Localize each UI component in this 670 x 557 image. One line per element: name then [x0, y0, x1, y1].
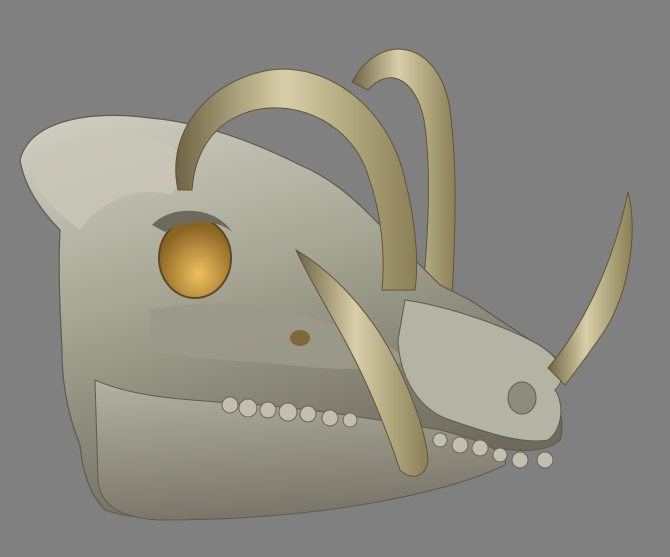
- eye-socket: [158, 217, 232, 299]
- nostril: [507, 381, 537, 415]
- nasal-opening: [290, 330, 310, 346]
- skull-render: [19, 48, 633, 521]
- lower-tusk-right: [547, 191, 633, 386]
- render-viewport: [0, 0, 670, 557]
